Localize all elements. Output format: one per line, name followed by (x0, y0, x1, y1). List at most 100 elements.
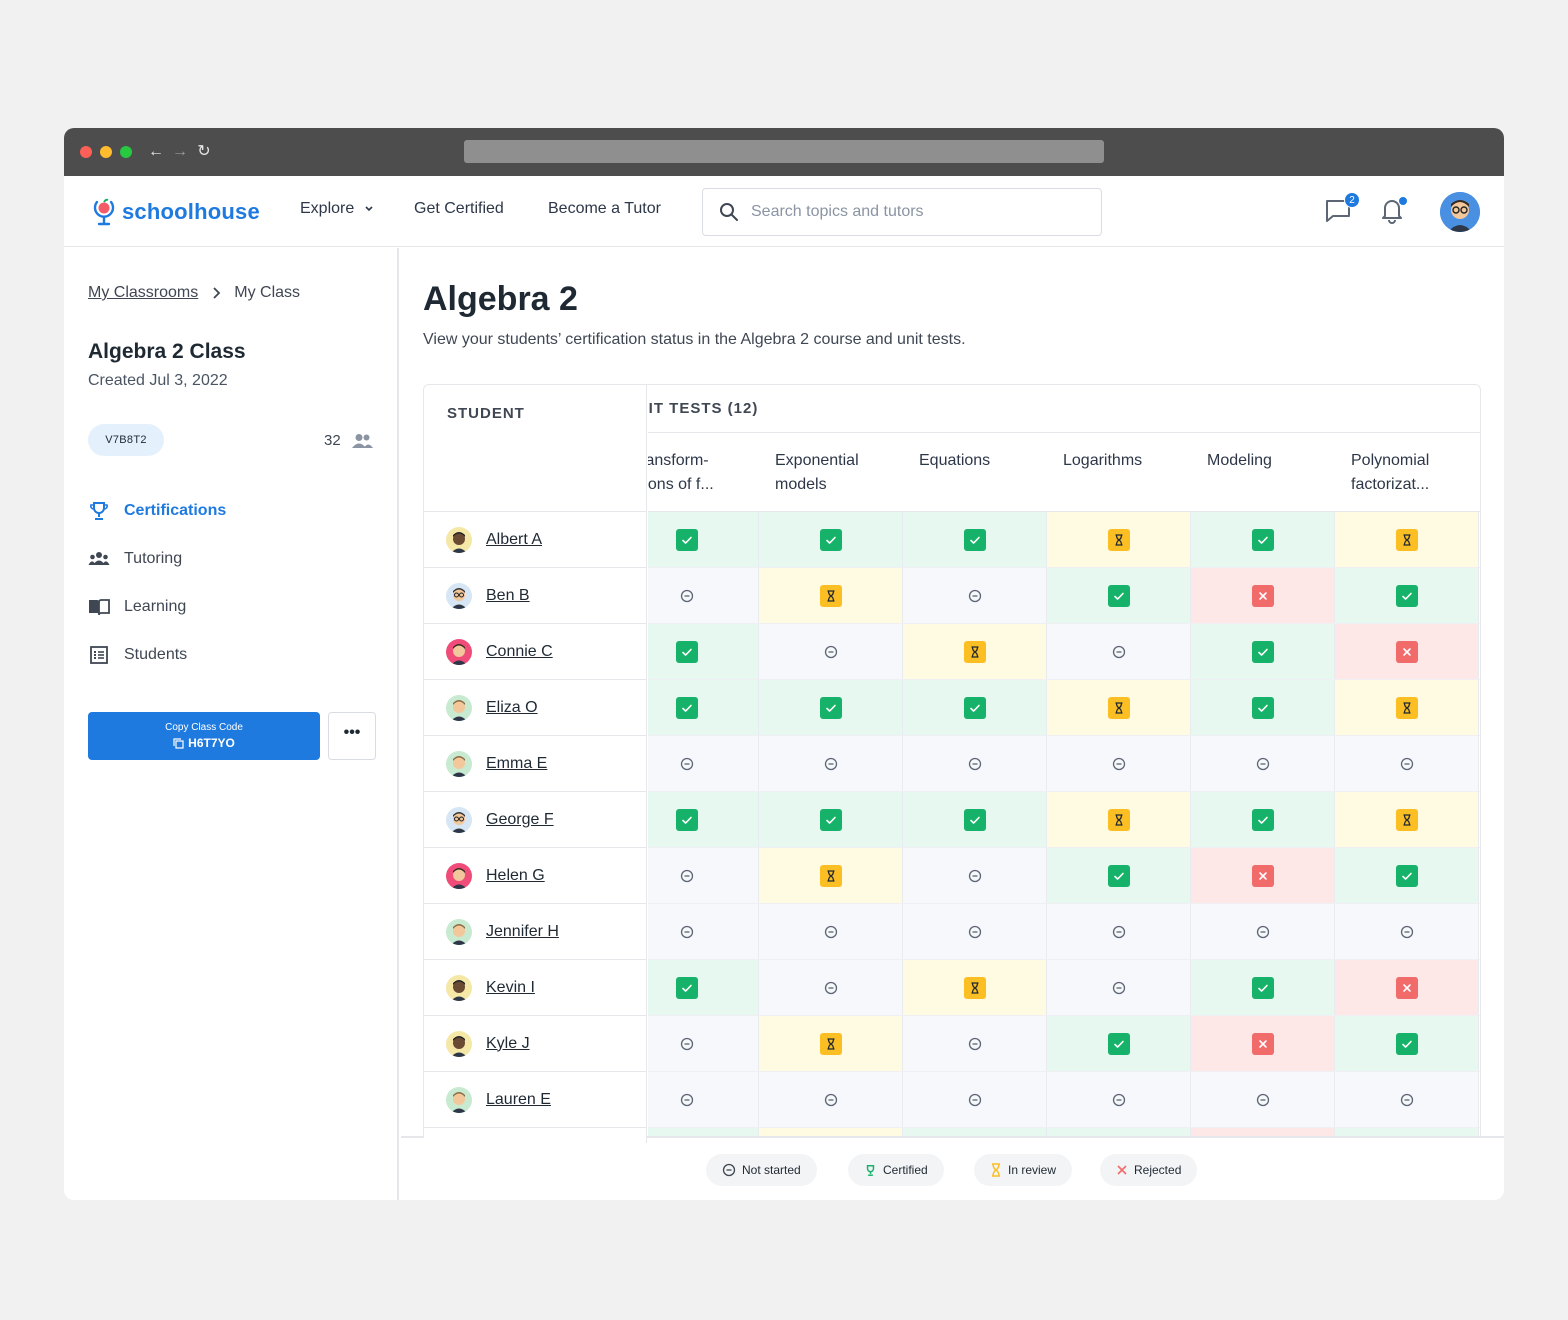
nav-explore[interactable]: Explore (300, 200, 378, 218)
status-cell[interactable] (759, 624, 903, 679)
status-cell[interactable] (648, 736, 759, 791)
student-name-link[interactable]: Lauren E (486, 1091, 551, 1109)
student-name-link[interactable]: Jennifer H (486, 923, 559, 941)
status-cell[interactable] (1191, 624, 1335, 679)
status-cell[interactable] (1191, 960, 1335, 1015)
status-cell[interactable] (1047, 680, 1191, 735)
student-name-link[interactable]: George F (486, 811, 554, 829)
status-cell[interactable] (759, 904, 903, 959)
status-cell[interactable] (648, 848, 759, 903)
reload-icon[interactable]: ↻ (194, 140, 214, 164)
status-cell[interactable] (648, 960, 759, 1015)
status-cell[interactable] (903, 848, 1047, 903)
status-cell[interactable] (1335, 904, 1479, 959)
status-cell[interactable] (1335, 624, 1479, 679)
student-name-link[interactable]: Eliza O (486, 699, 538, 717)
unit-test-column-header[interactable]: Exponential models (775, 449, 895, 497)
status-cell[interactable] (903, 568, 1047, 623)
status-cell[interactable] (1191, 512, 1335, 567)
sidebar-item-certifications[interactable]: Certifications (88, 500, 226, 522)
unit-test-column-header[interactable]: Logarithms (1063, 449, 1183, 473)
student-name-link[interactable]: Emma E (486, 755, 547, 773)
status-cell[interactable] (648, 904, 759, 959)
status-cell[interactable] (1047, 736, 1191, 791)
status-cell[interactable] (1047, 1016, 1191, 1071)
status-cell[interactable] (1191, 680, 1335, 735)
search-box[interactable] (702, 188, 1102, 236)
status-cell[interactable] (759, 680, 903, 735)
status-cell[interactable] (1047, 848, 1191, 903)
status-cell[interactable] (903, 512, 1047, 567)
status-cell[interactable] (1047, 624, 1191, 679)
status-cell[interactable] (759, 1072, 903, 1127)
status-cell[interactable] (1047, 904, 1191, 959)
sidebar-item-tutoring[interactable]: Tutoring (88, 548, 182, 570)
status-cell[interactable] (1047, 512, 1191, 567)
status-cell[interactable] (759, 568, 903, 623)
status-cell[interactable] (1335, 568, 1479, 623)
nav-get-certified[interactable]: Get Certified (414, 200, 504, 218)
status-cell[interactable] (759, 1016, 903, 1071)
status-cell[interactable] (1335, 960, 1479, 1015)
status-cell[interactable] (759, 960, 903, 1015)
breadcrumb-my-classrooms[interactable]: My Classrooms (88, 284, 198, 302)
status-cell[interactable] (1335, 512, 1479, 567)
status-cell[interactable] (1191, 1072, 1335, 1127)
status-cell[interactable] (648, 680, 759, 735)
status-cell[interactable] (1191, 848, 1335, 903)
address-bar[interactable] (464, 140, 1104, 163)
status-cell[interactable] (903, 736, 1047, 791)
status-cell[interactable] (1047, 792, 1191, 847)
student-name-link[interactable]: Kevin I (486, 979, 535, 997)
status-cell[interactable] (1335, 848, 1479, 903)
status-cell[interactable] (1335, 680, 1479, 735)
status-cell[interactable] (903, 960, 1047, 1015)
status-cell[interactable] (759, 792, 903, 847)
notifications-button[interactable] (1378, 196, 1408, 226)
student-name-link[interactable]: Helen G (486, 867, 545, 885)
status-cell[interactable] (648, 1072, 759, 1127)
status-cell[interactable] (903, 1072, 1047, 1127)
status-cell[interactable] (759, 736, 903, 791)
unit-test-column-header[interactable]: Transform-ations of f... (648, 449, 751, 497)
user-avatar[interactable] (1440, 192, 1480, 232)
copy-class-code-button[interactable]: Copy Class Code H6T7YO (88, 712, 320, 760)
status-cell[interactable] (759, 848, 903, 903)
status-cell[interactable] (1335, 1016, 1479, 1071)
status-cell[interactable] (903, 680, 1047, 735)
status-cell[interactable] (903, 624, 1047, 679)
status-cell[interactable] (1047, 960, 1191, 1015)
status-cell[interactable] (1191, 904, 1335, 959)
unit-test-column-header[interactable]: Polynomial factorizat... (1351, 449, 1471, 497)
status-cell[interactable] (1335, 736, 1479, 791)
student-name-link[interactable]: Ben B (486, 587, 530, 605)
forward-arrow-icon[interactable]: → (170, 140, 190, 164)
status-cell[interactable] (903, 792, 1047, 847)
search-input[interactable] (751, 203, 1071, 221)
status-cell[interactable] (903, 904, 1047, 959)
status-cell[interactable] (648, 624, 759, 679)
sidebar-item-learning[interactable]: Learning (88, 596, 186, 618)
unit-test-column-header[interactable]: Modeling (1207, 449, 1327, 473)
status-cell[interactable] (648, 1016, 759, 1071)
more-options-button[interactable]: ••• (328, 712, 376, 760)
status-cell[interactable] (648, 512, 759, 567)
student-name-link[interactable]: Connie C (486, 643, 553, 661)
status-cell[interactable] (648, 568, 759, 623)
status-cell[interactable] (1335, 792, 1479, 847)
status-cell[interactable] (1335, 1072, 1479, 1127)
unit-test-column-header[interactable]: Equations (919, 449, 1039, 473)
schoolhouse-logo[interactable]: schoolhouse (92, 198, 260, 226)
status-cell[interactable] (1191, 792, 1335, 847)
status-cell[interactable] (648, 792, 759, 847)
student-name-link[interactable]: Kyle J (486, 1035, 530, 1053)
unit-tests-grid[interactable]: UNIT TESTS (12) Transform-ations of f...… (648, 385, 1480, 1143)
nav-become-tutor[interactable]: Become a Tutor (548, 200, 661, 218)
status-cell[interactable] (903, 1016, 1047, 1071)
status-cell[interactable] (1047, 568, 1191, 623)
status-cell[interactable] (1191, 1016, 1335, 1071)
maximize-window-dot[interactable] (120, 146, 132, 158)
status-cell[interactable] (1191, 568, 1335, 623)
sidebar-item-students[interactable]: Students (88, 644, 187, 666)
status-cell[interactable] (1047, 1072, 1191, 1127)
